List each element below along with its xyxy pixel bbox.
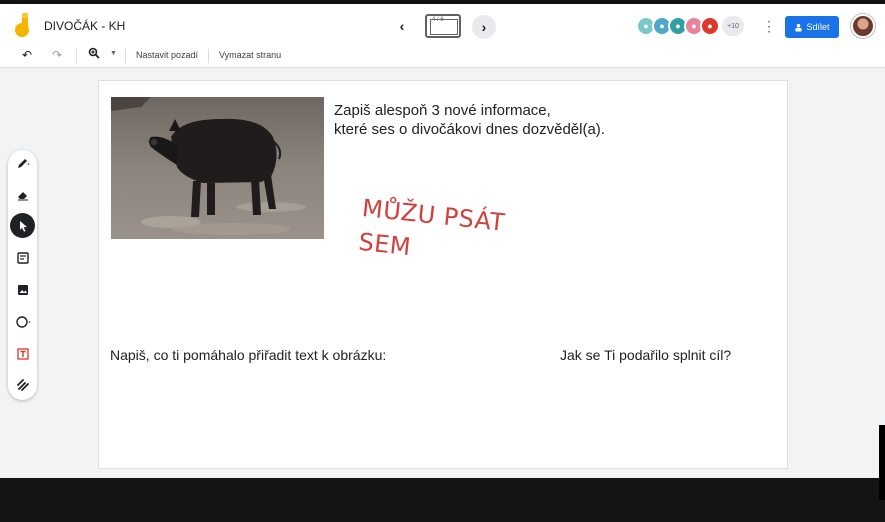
document-title[interactable]: DIVOČÁK - KH <box>44 19 125 33</box>
zoom-dropdown-icon[interactable]: ▼ <box>110 50 117 57</box>
divider <box>125 49 126 63</box>
next-frame-button[interactable]: › <box>472 15 496 39</box>
edit-toolbar: ↶ ↷ ▼ Nastavit pozadí Vymazat stranu <box>0 44 885 68</box>
user-avatar[interactable] <box>851 14 875 38</box>
top-bar: DIVOČÁK - KH ‹ 4 / 6 › ● ● ● ● ● +10 ⋮ S… <box>0 0 885 44</box>
divider <box>208 49 209 63</box>
helped-prompt: Napiš, co ti pomáhalo přiřadit text k ob… <box>110 347 387 363</box>
clear-page-button[interactable]: Vymazat stranu <box>219 50 281 60</box>
animal-avatar-icon: ● <box>700 16 720 36</box>
image-icon[interactable] <box>10 277 35 302</box>
laser-icon[interactable] <box>10 372 35 397</box>
share-button[interactable]: Sdílet <box>785 16 839 38</box>
new-info-prompt: Zapiš alespoň 3 nové informace, které se… <box>334 102 605 138</box>
goal-prompt: Jak se Ti podařilo splnit cíl? <box>560 347 732 363</box>
wild-boar-image[interactable] <box>111 97 324 239</box>
zoom-icon[interactable] <box>88 47 100 62</box>
frame-counter: 4 / 6 <box>432 17 444 23</box>
more-options-icon[interactable]: ⋮ <box>762 18 776 35</box>
chevron-left-icon: ‹ <box>399 18 405 34</box>
previous-frame-button[interactable]: ‹ <box>392 16 412 36</box>
select-arrow-icon[interactable] <box>10 213 35 238</box>
tool-palette <box>8 150 37 400</box>
person-add-icon <box>795 23 803 32</box>
more-collaborators-count[interactable]: +10 <box>722 16 744 36</box>
whiteboard-canvas[interactable]: Zapiš alespoň 3 nové informace, které se… <box>98 80 788 469</box>
chevron-right-icon: › <box>481 19 487 35</box>
sticky-note-icon[interactable] <box>10 245 35 270</box>
share-label: Sdílet <box>806 22 830 32</box>
redo-icon[interactable]: ↷ <box>52 48 62 62</box>
circle-shape-icon[interactable] <box>10 309 35 334</box>
handwritten-note[interactable]: MŮŽU PSÁT SEM <box>357 191 507 274</box>
undo-icon[interactable]: ↶ <box>22 48 32 62</box>
screen-edge <box>879 425 885 500</box>
screen-bottom-border <box>0 478 885 522</box>
pen-icon[interactable] <box>10 150 35 175</box>
jamboard-logo-icon[interactable] <box>14 13 32 37</box>
eraser-icon[interactable] <box>10 182 35 207</box>
divider <box>76 49 77 63</box>
set-background-button[interactable]: Nastavit pozadí <box>136 50 198 60</box>
text-box-icon[interactable] <box>10 341 35 366</box>
